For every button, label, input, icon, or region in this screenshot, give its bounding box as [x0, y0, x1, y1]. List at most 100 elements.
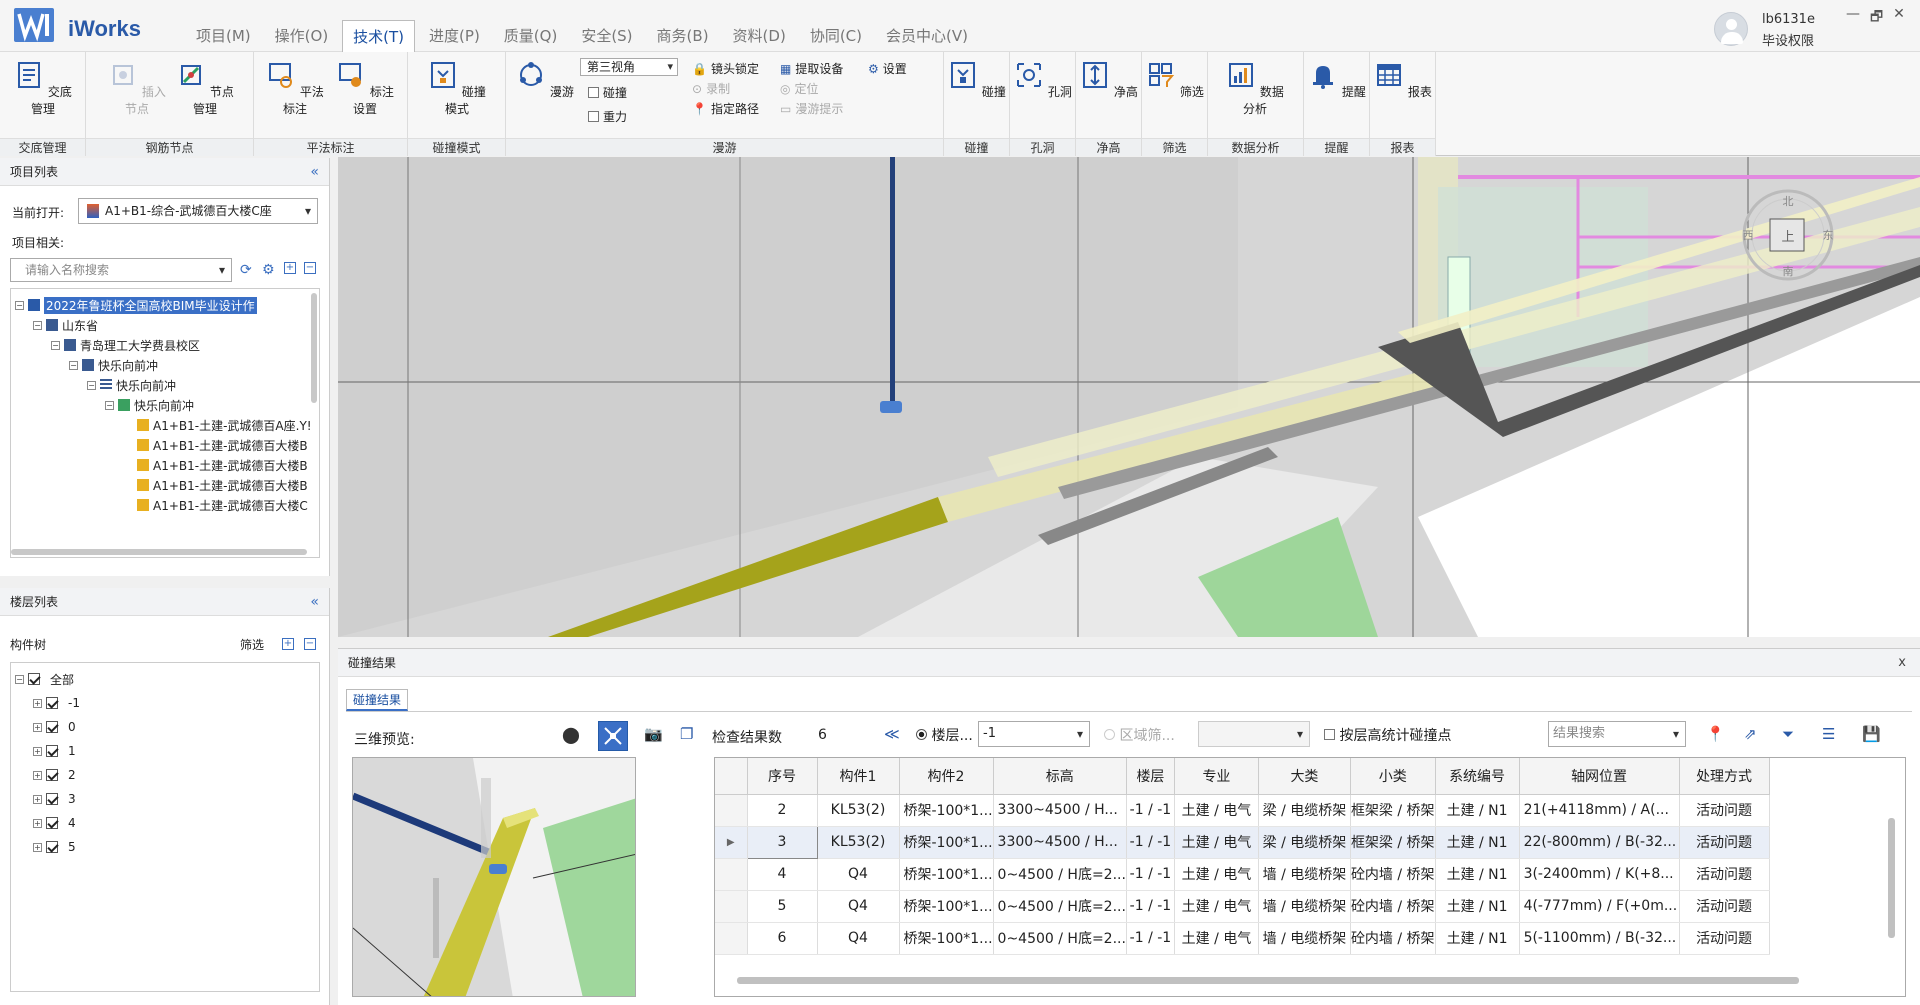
table-cell[interactable]: 梁 / 电缆桥架 [1258, 794, 1351, 827]
tree-item[interactable]: − 快乐向前冲 [87, 375, 176, 395]
table-row[interactable]: ▶ 3 KL53(2) 桥架-100*1... 3300~4500 / H... -1 /… [715, 825, 1770, 859]
tree-item[interactable]: − 山东省 [33, 315, 98, 335]
table-cell[interactable]: 22(-800mm) / B(-32... [1519, 826, 1680, 859]
tree-item[interactable]: − 2022年鲁班杯全国高校BIM毕业设计作 [15, 295, 257, 315]
table-cell[interactable]: 3300~4500 / H... [993, 826, 1127, 859]
collapse-all-icon[interactable]: − [304, 638, 316, 650]
collapse-toggle-icon[interactable]: + [33, 698, 42, 708]
table-cell[interactable]: 桥架-100*1... [899, 794, 994, 827]
collapse-icon[interactable]: « [310, 158, 319, 186]
table-cell[interactable]: 土建 / N1 [1435, 794, 1520, 827]
collapse-toggle-icon[interactable]: + [33, 722, 42, 732]
expand-all-icon[interactable]: + [282, 638, 294, 650]
table-cell[interactable]: 砼内墙 / 桥架 [1350, 890, 1436, 923]
table-row[interactable]: 6 Q4 桥架-100*1... 0~4500 / H底=2... -1 / -1 土建 … [715, 922, 1770, 955]
menu-item[interactable]: 资料(D) [723, 20, 796, 52]
floor-item[interactable]: +4 [33, 813, 76, 833]
path-button[interactable]: 📍 指定路径 [692, 100, 759, 117]
scene-render[interactable]: 上 北 南 西 东 [338, 157, 1920, 637]
focus-mode-icon[interactable] [598, 721, 628, 751]
pingfa-button[interactable]: 平法标注 [266, 60, 324, 117]
tree-item[interactable]: A1+B1-土建-武城德百大楼B [137, 435, 308, 455]
list-icon[interactable]: ☰ [1822, 725, 1844, 747]
table-cell[interactable]: 砼内墙 / 桥架 [1350, 858, 1436, 891]
camera-lock-button[interactable]: 🔒 镜头锁定 [692, 60, 759, 77]
roam-button[interactable]: 漫游 [516, 60, 574, 100]
radio-empty-icon[interactable] [1104, 729, 1115, 740]
table-cell[interactable]: 3 [746, 825, 818, 859]
checkbox[interactable] [46, 793, 58, 805]
table-cell[interactable]: 3(-2400mm) / K(+8... [1519, 858, 1680, 891]
refresh-icon[interactable]: ⟳ [240, 262, 252, 278]
hole-button[interactable]: 孔洞 [1014, 60, 1072, 100]
tree-item[interactable]: − 快乐向前冲 [69, 355, 158, 375]
save-icon[interactable]: 💾 [1862, 725, 1884, 747]
report-button[interactable]: 报表 [1374, 60, 1432, 100]
table-cell[interactable]: 框架梁 / 桥架 [1350, 794, 1436, 827]
avatar[interactable] [1714, 12, 1748, 46]
collapse-toggle-icon[interactable]: + [33, 770, 42, 780]
table-cell[interactable]: 0~4500 / H底=2... [993, 890, 1127, 923]
table-cell[interactable]: 土建 / N1 [1435, 826, 1520, 859]
row-indicator-cell[interactable]: ▶ [715, 826, 748, 859]
reminder-button[interactable]: 提醒 [1308, 60, 1366, 100]
table-cell[interactable]: 0~4500 / H底=2... [993, 922, 1127, 955]
table-cell[interactable]: 5(-1100mm) / B(-32... [1519, 922, 1680, 955]
tree-item[interactable]: − 快乐向前冲 [105, 395, 194, 415]
collapse-toggle-icon[interactable]: + [33, 746, 42, 756]
collapse-toggle-icon[interactable]: − [15, 674, 24, 684]
double-chevron-icon[interactable]: ≪ [884, 725, 906, 747]
floor-select[interactable]: -1 [978, 721, 1090, 747]
expand-all-icon[interactable]: + [284, 262, 296, 274]
table-cell[interactable]: 3300~4500 / H... [993, 794, 1127, 827]
color-mode-icon[interactable]: ⬤ [562, 725, 584, 747]
menu-item[interactable]: 商务(B) [647, 20, 719, 52]
column-header[interactable]: 系统编号 [1435, 758, 1520, 795]
table-cell[interactable]: 5 [747, 890, 818, 923]
collision-checkbox[interactable]: 碰撞 [588, 84, 627, 101]
column-header[interactable]: 标高 [993, 758, 1127, 795]
table-cell[interactable]: Q4 [817, 890, 900, 923]
location-pin-icon[interactable]: 📍 [1706, 725, 1728, 747]
collision-button[interactable]: 碰撞 [948, 60, 1006, 100]
floor-item[interactable]: +2 [33, 765, 76, 785]
annotation-settings-button[interactable]: 标注设置 [336, 60, 394, 117]
locate-button[interactable]: ◎ 定位 [780, 80, 819, 97]
row-indicator-cell[interactable] [715, 922, 748, 955]
column-header[interactable]: 专业 [1174, 758, 1259, 795]
table-cell[interactable]: 桥架-100*1... [899, 890, 994, 923]
table-cell[interactable]: 21(+4118mm) / A(... [1519, 794, 1680, 827]
column-header[interactable]: 构件1 [817, 758, 900, 795]
floor-item[interactable]: + -1 [33, 693, 80, 713]
filter-link[interactable]: 筛选 [240, 636, 264, 653]
table-cell[interactable]: 4 [747, 858, 818, 891]
table-cell[interactable]: 桥架-100*1... [899, 858, 994, 891]
tree-item[interactable]: A1+B1-土建-武城德百大楼B [137, 455, 308, 475]
table-cell[interactable]: 桥架-100*1... [899, 922, 994, 955]
table-hscrollbar[interactable] [737, 977, 1799, 984]
project-search-input[interactable]: 请输入名称搜索 [10, 258, 232, 282]
roam-settings-button[interactable]: ⚙ 设置 [868, 60, 907, 77]
table-cell[interactable]: 土建 / 电气 [1174, 922, 1259, 955]
close-button[interactable]: ✕ [1893, 6, 1905, 30]
column-header[interactable]: 大类 [1258, 758, 1351, 795]
table-cell[interactable]: 墙 / 电缆桥架 [1258, 858, 1351, 891]
collapse-toggle-icon[interactable]: + [33, 842, 42, 852]
table-cell[interactable]: -1 / -1 [1126, 922, 1175, 955]
checkbox[interactable] [46, 841, 58, 853]
checkbox[interactable] [46, 745, 58, 757]
table-cell[interactable]: 活动问题 [1679, 826, 1770, 859]
restore-button[interactable]: 🗗 [1870, 6, 1883, 30]
floor-item[interactable]: +5 [33, 837, 76, 857]
column-header[interactable]: 小类 [1350, 758, 1436, 795]
collapse-toggle-icon[interactable]: − [15, 300, 24, 310]
table-cell[interactable]: 6 [747, 922, 818, 955]
menu-item[interactable]: 进度(P) [419, 20, 490, 52]
table-cell[interactable]: 桥架-100*1... [899, 826, 994, 859]
column-header[interactable]: 处理方式 [1679, 758, 1770, 795]
table-cell[interactable]: 土建 / 电气 [1174, 890, 1259, 923]
table-cell[interactable]: -1 / -1 [1126, 826, 1175, 859]
filter-icon[interactable]: ⏷ [1782, 725, 1804, 747]
minimize-button[interactable]: — [1846, 6, 1860, 30]
compass-east[interactable]: 东 [1823, 229, 1834, 242]
